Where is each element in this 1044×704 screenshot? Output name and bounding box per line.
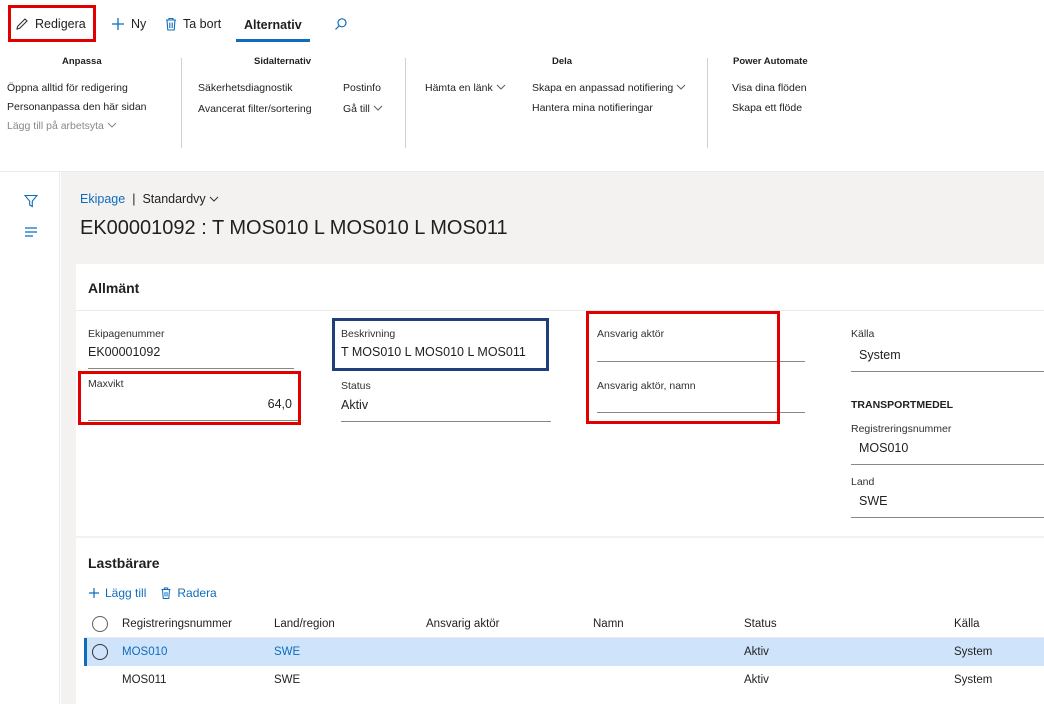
ribbon-item-label: Skapa en anpassad notifiering xyxy=(532,82,674,94)
ribbon-item-security-diagnostics[interactable]: Säkerhetsdiagnostik xyxy=(198,82,293,94)
column-header-status[interactable]: Status xyxy=(744,610,777,638)
breadcrumb: Ekipage | Standardvy xyxy=(80,192,219,206)
add-row-button[interactable]: Lägg till xyxy=(88,586,146,600)
delete-label: Ta bort xyxy=(183,17,222,31)
list-icon[interactable] xyxy=(24,226,38,241)
ribbon-item-create-flow[interactable]: Skapa ett flöde xyxy=(732,102,802,114)
ekipagenummer-label: Ekipagenummer xyxy=(88,328,165,340)
search-icon xyxy=(334,17,348,31)
ribbon-group-power-automate: Power Automate Visa dina flöden Skapa et… xyxy=(708,56,848,166)
land-label: Land xyxy=(851,476,875,488)
view-selector[interactable]: Standardvy xyxy=(142,192,219,206)
carriers-header[interactable]: Lastbärare xyxy=(88,555,160,571)
ribbon-group-title: Anpassa xyxy=(62,56,102,67)
grid-header-row: Registreringsnummer Land/region Ansvarig… xyxy=(84,610,1044,638)
ribbon-group-title: Power Automate xyxy=(733,56,808,67)
ribbon-item-label: Lägg till på arbetsyta xyxy=(7,120,104,132)
general-card: Allmänt Ekipagenummer EK00001092 Maxvikt… xyxy=(76,264,1044,536)
transportmedel-header: TRANSPORTMEDEL xyxy=(851,399,954,411)
select-all-radio[interactable] xyxy=(92,616,108,632)
highlight-beskrivning xyxy=(332,318,549,371)
ribbon-item-label: Gå till xyxy=(343,103,370,115)
column-header-namn[interactable]: Namn xyxy=(593,610,624,638)
left-rail xyxy=(0,172,60,704)
trash-icon xyxy=(164,16,178,32)
view-selector-label: Standardvy xyxy=(142,192,206,206)
tab-options[interactable]: Alternativ xyxy=(236,10,310,42)
breadcrumb-separator: | xyxy=(132,192,136,206)
chevron-down-icon xyxy=(107,120,117,132)
filter-icon[interactable] xyxy=(23,194,39,211)
new-label: Ny xyxy=(131,17,147,31)
ribbon-item-create-notification[interactable]: Skapa en anpassad notifiering xyxy=(532,82,686,94)
delete-row-label: Radera xyxy=(177,586,217,600)
delete-button[interactable]: Ta bort xyxy=(164,10,221,38)
ribbon-item-add-to-workspace[interactable]: Lägg till på arbetsyta xyxy=(7,120,117,132)
new-button[interactable]: Ny xyxy=(110,10,146,38)
delete-row-button[interactable]: Radera xyxy=(160,586,217,600)
column-header-land[interactable]: Land/region xyxy=(274,610,335,638)
plus-icon xyxy=(88,587,100,599)
column-header-reg[interactable]: Registreringsnummer xyxy=(122,610,232,638)
trash-icon xyxy=(160,586,172,600)
ribbon-item-label: Hämta en länk xyxy=(425,82,493,94)
ribbon-group-title: Dela xyxy=(552,56,573,67)
kalla-field[interactable]: System xyxy=(851,344,1044,372)
ribbon-item-view-flows[interactable]: Visa dina flöden xyxy=(732,82,807,94)
add-row-label: Lägg till xyxy=(105,586,147,600)
highlight-edit-button xyxy=(8,5,96,42)
cell-status: Aktiv xyxy=(744,674,769,686)
highlight-ansvarig-aktor xyxy=(586,311,780,424)
ekipagenummer-field[interactable]: EK00001092 xyxy=(88,341,294,369)
ribbon-group-page-options: Sidalternativ Säkerhetsdiagnostik Avance… xyxy=(182,56,404,166)
ribbon-item-get-link[interactable]: Hämta en länk xyxy=(425,82,506,94)
status-field[interactable]: Aktiv xyxy=(341,394,551,422)
cell-land[interactable]: SWE xyxy=(274,638,300,666)
cell-land: SWE xyxy=(274,674,301,686)
search-button[interactable] xyxy=(334,10,348,38)
column-header-kalla[interactable]: Källa xyxy=(954,610,980,638)
card-divider xyxy=(76,310,1044,311)
page-title: EK00001092 : T MOS010 L MOS010 L MOS011 xyxy=(80,217,508,239)
ribbon-group-customize: Anpassa Öppna alltid för redigering Pers… xyxy=(0,56,180,166)
row-select-radio[interactable] xyxy=(92,644,108,660)
cell-kalla: System xyxy=(954,674,993,686)
cell-status: Aktiv xyxy=(744,646,769,658)
registreringsnummer-field[interactable]: MOS010 xyxy=(851,437,1044,465)
main-content: Ekipage | Standardvy EK00001092 : T MOS0… xyxy=(61,172,1044,704)
ribbon-item-advanced-filter[interactable]: Avancerat filter/sortering xyxy=(198,103,312,115)
grid-toolbar: Lägg till Radera xyxy=(88,586,217,600)
breadcrumb-link[interactable]: Ekipage xyxy=(80,192,125,206)
ribbon-item-personalize-page[interactable]: Personanpassa den här sidan xyxy=(7,101,147,113)
table-row[interactable]: MOS010 SWE Aktiv System xyxy=(84,638,1044,666)
land-field[interactable]: SWE xyxy=(851,490,1044,518)
ribbon-group-share: Dela Hämta en länk Skapa en anpassad not… xyxy=(406,56,706,166)
tab-options-label: Alternativ xyxy=(244,18,302,32)
chevron-down-icon xyxy=(496,82,506,94)
ribbon-item-manage-notifications[interactable]: Hantera mina notifieringar xyxy=(532,102,653,114)
cell-kalla: System xyxy=(954,646,993,658)
chevron-down-icon xyxy=(209,192,219,206)
carriers-card: Lastbärare Lägg till Radera Registrering… xyxy=(76,538,1044,704)
ribbon-item-always-open-edit[interactable]: Öppna alltid för redigering xyxy=(7,82,128,94)
table-row[interactable]: MOS011 SWE Aktiv System xyxy=(84,666,1044,694)
action-bar: Redigera Ny Ta bort Alternativ xyxy=(0,0,1044,44)
cell-reg[interactable]: MOS010 xyxy=(122,638,167,666)
ribbon: Anpassa Öppna alltid för redigering Pers… xyxy=(0,44,1044,172)
ribbon-group-title: Sidalternativ xyxy=(254,56,312,67)
general-header[interactable]: Allmänt xyxy=(88,280,139,296)
highlight-maxvikt xyxy=(78,371,301,425)
registreringsnummer-label: Registreringsnummer xyxy=(851,423,952,435)
chevron-down-icon xyxy=(676,82,686,94)
plus-icon xyxy=(110,16,126,32)
status-label: Status xyxy=(341,380,371,392)
chevron-down-icon xyxy=(373,103,383,115)
cell-reg: MOS011 xyxy=(122,674,167,686)
ribbon-item-go-to[interactable]: Gå till xyxy=(343,103,383,115)
ribbon-item-record-info[interactable]: Postinfo xyxy=(343,82,381,94)
column-header-aktor[interactable]: Ansvarig aktör xyxy=(426,610,500,638)
kalla-label: Källa xyxy=(851,328,875,340)
